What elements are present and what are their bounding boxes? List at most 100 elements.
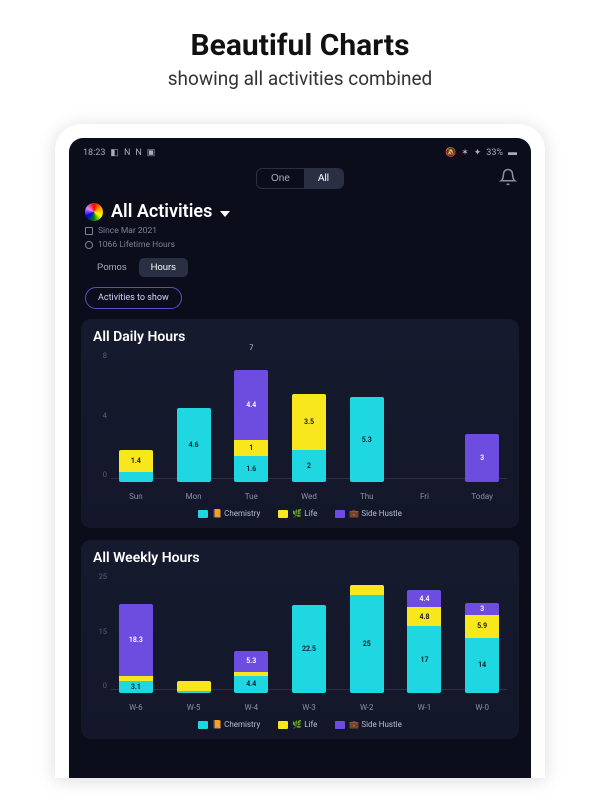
bar-column: W-5 <box>169 576 219 712</box>
bar-column: 174.84.4W-1 <box>400 576 450 712</box>
bar-column: 4.6 Mon <box>169 355 219 501</box>
page-title-row[interactable]: All Activities <box>81 199 519 224</box>
status-icon: N <box>135 148 141 158</box>
daily-chart-card: All Daily Hours 8 4 0 1.4Sun4.6Mon71.614… <box>81 319 519 528</box>
bar-stack: 3.118.3 <box>119 604 153 693</box>
bar-segment: 25 <box>350 595 384 693</box>
signal-icon: ✦ <box>474 148 482 158</box>
mode-segment: Pomos Hours <box>81 252 519 285</box>
bell-icon[interactable] <box>499 168 517 186</box>
segment-value: 4.6 <box>177 441 211 449</box>
bar-stack: 22.5 <box>292 605 326 694</box>
legend-label-life: 🌿 Life <box>292 720 317 729</box>
top-segment: One All <box>81 164 519 199</box>
legend-swatch-life <box>278 510 288 518</box>
since-line: Since Mar 2021 <box>81 224 519 238</box>
bar-stack: 174.84.4 <box>407 590 441 693</box>
bar-column: 4.45.3W-4 <box>226 576 276 712</box>
bar-segment <box>119 676 153 681</box>
bar-stack: 1.4 <box>119 450 153 482</box>
lifetime-line: 1066 Lifetime Hours <box>81 238 519 252</box>
since-text: Since Mar 2021 <box>98 226 157 236</box>
weekly-chart-title: All Weekly Hours <box>93 550 507 566</box>
bar-segment <box>234 672 268 676</box>
status-icon: ◧ <box>110 148 119 158</box>
status-bar: 18:23 ◧ N N ▣ 🔕 ✶ ✦ 33% ▬ <box>81 146 519 164</box>
weekly-chart-card: All Weekly Hours 25 15 0 3.118.3 W-6 W-5 4.… <box>81 540 519 739</box>
daily-chart-area: 8 4 0 1.4Sun4.6Mon71.614.4Tue23.5Wed5.3T… <box>93 351 507 501</box>
bar-segment: 3.1 <box>119 681 153 693</box>
weekly-y-ticks: 25 15 0 <box>93 572 107 690</box>
segment-value: 14 <box>465 661 499 669</box>
bar-stack: 25 <box>350 585 384 693</box>
legend-label-chemistry: 📙 Chemistry <box>212 509 260 518</box>
segment-value: 3 <box>465 454 499 462</box>
segment-value: 22.5 <box>292 645 326 653</box>
bar-segment: 3.5 <box>292 394 326 450</box>
daily-legend: 📙 Chemistry 🌿 Life 💼 Side Hustle <box>93 501 507 520</box>
x-axis-label: Wed <box>301 492 317 501</box>
bar-segment: 4.4 <box>234 676 268 693</box>
bar-segment: 2 <box>292 450 326 482</box>
legend-label-chemistry: 📙 Chemistry <box>212 720 260 729</box>
x-axis-label: Mon <box>186 492 202 501</box>
rainbow-icon <box>85 203 103 221</box>
clock-icon <box>85 241 93 249</box>
bar-segment: 1 <box>234 440 268 456</box>
legend-label-life: 🌿 Life <box>292 509 317 518</box>
legend-swatch-side <box>335 510 345 518</box>
segment-value: 3 <box>465 605 499 613</box>
status-icon: N <box>124 148 130 158</box>
camera-icon: ▣ <box>147 148 156 158</box>
battery-text: 33% <box>486 148 503 158</box>
segment-value: 4.4 <box>234 401 268 409</box>
x-axis-label: W-3 <box>302 703 316 712</box>
x-axis-label: W-6 <box>129 703 143 712</box>
segment-value: 4.4 <box>407 595 441 603</box>
chevron-down-icon <box>220 211 230 217</box>
marketing-subtitle: showing all activities combined <box>20 67 580 90</box>
segment-value: 25 <box>350 640 384 648</box>
x-axis-label: Today <box>471 492 493 501</box>
legend-swatch-life <box>278 721 288 729</box>
weekly-bars: 3.118.3 W-6 W-5 4.45.3W-4 22.5 W-3 25 W-2 174.84… <box>111 576 507 712</box>
page-title: All Activities <box>111 201 212 222</box>
mode-hours[interactable]: Hours <box>139 258 188 277</box>
tab-one[interactable]: One <box>257 169 304 188</box>
legend-swatch-side <box>335 721 345 729</box>
bar-column: 25 W-2 <box>342 576 392 712</box>
status-time: 18:23 <box>83 148 105 158</box>
legend-swatch-chemistry <box>198 510 208 518</box>
segment-value: 1.6 <box>234 465 268 473</box>
daily-y-ticks: 8 4 0 <box>93 351 107 479</box>
battery-icon: ▬ <box>508 147 517 158</box>
x-axis-label: W-4 <box>245 703 259 712</box>
bar-segment: 5.3 <box>350 397 384 482</box>
bar-column: 3.118.3 W-6 <box>111 576 161 712</box>
activities-filter-pill[interactable]: Activities to show <box>85 287 182 309</box>
bar-stack: 23.5 <box>292 394 326 482</box>
calendar-icon <box>85 227 93 235</box>
x-axis-label: Thu <box>360 492 374 501</box>
bar-column: 23.5Wed <box>284 355 334 501</box>
x-axis-label: W-2 <box>360 703 374 712</box>
segment-value: 3.5 <box>292 418 326 426</box>
segment-value: 5.9 <box>465 622 499 630</box>
x-axis-label: Sun <box>129 492 143 501</box>
x-axis-label: W-5 <box>187 703 201 712</box>
bar-stack <box>177 681 211 693</box>
legend-swatch-chemistry <box>198 721 208 729</box>
bar-segment: 4.4 <box>234 370 268 440</box>
daily-chart-title: All Daily Hours <box>93 329 507 345</box>
daily-bars: 1.4Sun4.6Mon71.614.4Tue23.5Wed5.3ThuFri3… <box>111 355 507 501</box>
bar-column: Fri <box>400 355 450 501</box>
bar-stack: 3 <box>465 434 499 482</box>
mode-pomos[interactable]: Pomos <box>85 258 139 277</box>
silent-icon: 🔕 <box>445 148 456 158</box>
bar-segment <box>177 681 211 691</box>
bar-column: 3 Today <box>457 355 507 501</box>
tab-all[interactable]: All <box>304 169 343 188</box>
app-screen: 18:23 ◧ N N ▣ 🔕 ✶ ✦ 33% ▬ One All <box>69 138 531 778</box>
x-axis-label: Tue <box>245 492 258 501</box>
marketing-title: Beautiful Charts <box>20 28 580 63</box>
